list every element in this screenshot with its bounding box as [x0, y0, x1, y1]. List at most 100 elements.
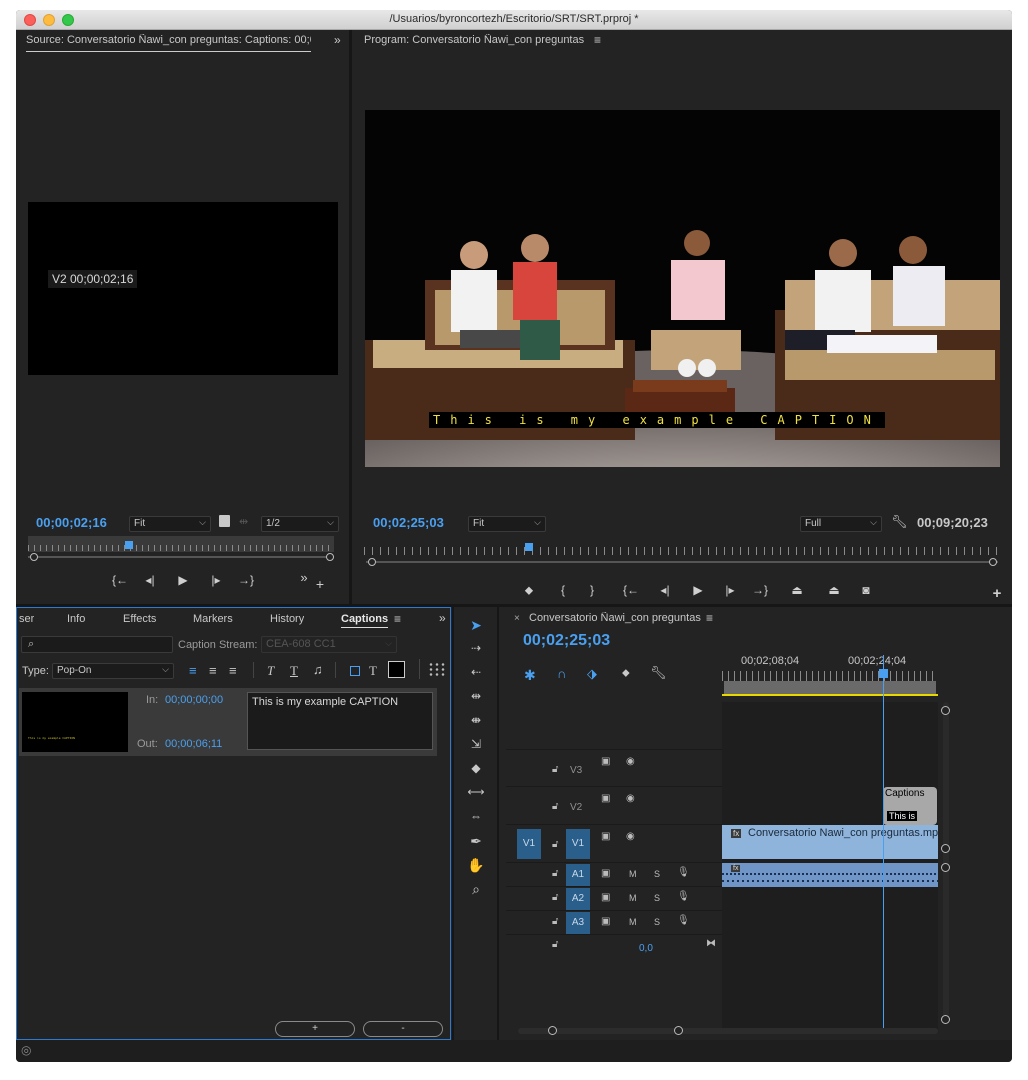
italic-icon[interactable]: T	[267, 663, 274, 679]
hand-icon[interactable]: ✋	[464, 857, 488, 874]
underline-icon[interactable]: T	[290, 663, 298, 679]
scroll-handle[interactable]	[941, 844, 950, 853]
slip-icon[interactable]: ⟷	[464, 785, 488, 799]
track-select-icon[interactable]: ⇢	[464, 641, 488, 655]
work-area-bar[interactable]	[724, 681, 936, 694]
in-timecode[interactable]: 00;00;00;00	[165, 694, 223, 706]
panel-menu-icon[interactable]: ≡	[706, 611, 713, 625]
go-to-out-icon[interactable]: →}	[752, 583, 768, 597]
music-icon[interactable]: ♫	[313, 662, 323, 677]
zoom-handle-left[interactable]	[30, 553, 38, 561]
captions-clip[interactable]: Captions This is	[883, 787, 937, 825]
source-resolution-select[interactable]: 1/2 ⌵	[261, 516, 339, 532]
lock-icon[interactable]: 🔓︎	[552, 764, 558, 775]
linked-selection-icon[interactable]: ⬗	[587, 666, 597, 682]
nest-icon[interactable]: ✱	[524, 667, 536, 684]
add-button-icon[interactable]: +	[989, 585, 1005, 602]
playhead-icon[interactable]	[525, 543, 533, 551]
remove-caption-button[interactable]: -	[363, 1021, 443, 1037]
scroll-handle-top[interactable]	[941, 706, 950, 715]
microphone-icon[interactable]: 🎙︎	[677, 867, 690, 878]
go-to-in-icon[interactable]: {←	[623, 583, 639, 597]
align-right-icon[interactable]: ≡	[229, 663, 237, 678]
panel-overflow-icon[interactable]: »	[334, 33, 341, 47]
video-clip-v1[interactable]: fx Conversatorio Nawi_con preguntas.mp	[722, 825, 938, 859]
source-timecode[interactable]: 00;00;02;16	[36, 515, 107, 530]
bowtie-icon[interactable]: ⧓	[706, 938, 716, 949]
audio-clip-a1[interactable]: fx	[722, 863, 938, 887]
source-zoom-select[interactable]: Fit ⌵	[129, 516, 211, 532]
razor-icon[interactable]: ◆	[464, 761, 488, 775]
add-marker-icon[interactable]: ⬥	[521, 583, 537, 598]
timeline-tab[interactable]: Conversatorio Ñawi_con preguntas	[529, 612, 701, 624]
pen-icon[interactable]: ✒	[464, 833, 488, 850]
align-left-icon[interactable]: ≡	[189, 663, 197, 678]
source-viewer[interactable]: V2 00;00;02;16	[28, 202, 338, 375]
wrench-icon[interactable]: 🔧︎	[650, 665, 667, 681]
tab-markers[interactable]: Markers	[193, 613, 233, 625]
tab-effects[interactable]: Effects	[123, 613, 156, 625]
lock-icon[interactable]: 🔓︎	[552, 839, 558, 850]
solo-button[interactable]: S	[654, 917, 660, 927]
zoom-handle-right[interactable]	[326, 553, 334, 561]
source-time-ruler[interactable]	[28, 536, 334, 552]
panel-divider[interactable]	[452, 607, 454, 1040]
panel-divider[interactable]	[497, 607, 499, 1040]
panel-menu-icon[interactable]: ≡	[594, 33, 601, 47]
mute-button[interactable]: M	[629, 869, 637, 879]
source-zoom-bar[interactable]	[28, 556, 334, 558]
program-monitor-tab[interactable]: Program: Conversatorio Ñawi_con pregunta…	[364, 34, 584, 52]
caption-text-field[interactable]: This is my example CAPTION	[247, 692, 433, 750]
background-color-icon[interactable]	[350, 666, 360, 676]
slide-icon[interactable]: ⇔	[464, 809, 488, 823]
text-color-icon[interactable]: T	[369, 663, 377, 679]
sync-lock-icon[interactable]: ▣	[601, 916, 610, 927]
playhead-icon[interactable]	[125, 541, 133, 549]
mark-out-brace-icon[interactable]: }	[584, 583, 600, 597]
solo-button[interactable]: S	[654, 869, 660, 879]
solo-button[interactable]: S	[654, 893, 660, 903]
ripple-edit-icon[interactable]: ⇹	[464, 689, 488, 703]
caption-type-select[interactable]: Pop-On ⌵	[52, 663, 174, 679]
sync-lock-icon[interactable]: ▣	[601, 831, 610, 842]
scroll-handle-right[interactable]	[674, 1026, 683, 1035]
lock-icon[interactable]: 🔓︎	[552, 801, 558, 812]
tab-history[interactable]: History	[270, 613, 304, 625]
step-back-icon[interactable]: ◂|	[657, 583, 673, 597]
scroll-handle-left[interactable]	[548, 1026, 557, 1035]
track-target-v1[interactable]: V1	[566, 829, 590, 859]
source-monitor-tab[interactable]: Source: Conversatorio Ñawi_con preguntas…	[26, 34, 311, 52]
add-caption-button[interactable]: +	[275, 1021, 355, 1037]
mute-button[interactable]: M	[629, 893, 637, 903]
lock-icon[interactable]: 🔓︎	[552, 939, 558, 950]
mark-in-icon[interactable]: {←	[112, 573, 128, 587]
mark-out-icon[interactable]: →}	[238, 573, 254, 587]
track-target-a1[interactable]: A1	[566, 864, 590, 886]
export-frame-icon[interactable]: ◙	[858, 583, 874, 597]
program-timecode[interactable]: 00;02;25;03	[373, 515, 444, 530]
track-select-backward-icon[interactable]: ⇠	[464, 665, 488, 679]
microphone-icon[interactable]: 🎙︎	[677, 915, 690, 926]
program-viewer[interactable]: This is my example CAPTION	[365, 110, 1000, 467]
zoom-handle-left[interactable]	[368, 558, 376, 566]
step-forward-icon[interactable]: |▸	[722, 583, 738, 597]
more-controls-icon[interactable]: »	[296, 570, 312, 585]
sync-lock-icon[interactable]: ▣	[601, 756, 610, 767]
status-icon[interactable]: ◎	[21, 1043, 31, 1057]
tab-info[interactable]: Info	[67, 613, 85, 625]
rate-stretch-icon[interactable]: ⇲	[464, 737, 488, 751]
rolling-edit-icon[interactable]: ⇼	[464, 713, 488, 727]
grid-position-icon[interactable]	[428, 662, 446, 678]
panel-menu-icon[interactable]: ≡	[394, 612, 401, 626]
timeline-ruler[interactable]	[722, 671, 936, 681]
sync-lock-icon[interactable]: ▣	[601, 892, 610, 903]
out-timecode[interactable]: 00;00;06;11	[165, 738, 222, 750]
program-resolution-select[interactable]: Full ⌵	[800, 516, 882, 532]
align-center-icon[interactable]: ≡	[209, 663, 217, 678]
master-volume[interactable]: 0,0	[639, 943, 653, 954]
wrench-icon[interactable]: 🔧︎	[891, 514, 908, 530]
track-target-a2[interactable]: A2	[566, 888, 590, 910]
lift-icon[interactable]: ⏏︎	[789, 583, 805, 597]
source-patch-v1[interactable]: V1	[517, 829, 541, 859]
extract-icon[interactable]: ⏏︎	[826, 583, 842, 597]
